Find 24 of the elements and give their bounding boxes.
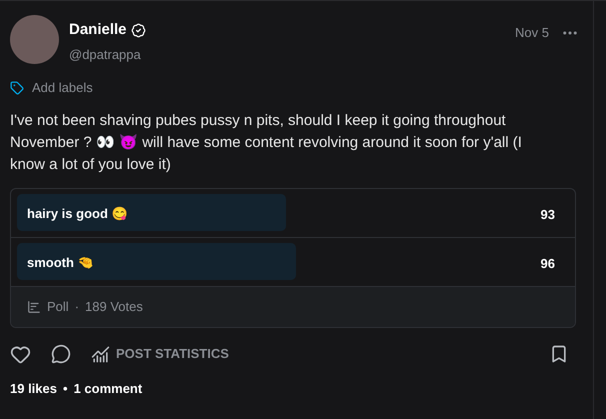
chart-icon	[91, 344, 110, 364]
vote-count: 93	[540, 206, 555, 224]
option-label: smooth 🤏	[27, 254, 94, 272]
likes-count[interactable]: 19 likes	[10, 378, 57, 398]
avatar[interactable]	[10, 15, 59, 64]
post-date: Nov 5	[515, 24, 549, 42]
vote-count: 96	[540, 255, 555, 273]
poll-icon	[27, 300, 41, 314]
separator-dot: ·	[74, 298, 80, 316]
add-labels-link[interactable]: Add labels	[32, 78, 93, 98]
author-handle[interactable]: @dpatrappa	[69, 44, 146, 64]
poll-option[interactable]: smooth 🤏 96	[17, 243, 565, 280]
author-name[interactable]: Danielle	[69, 19, 127, 42]
label-icon	[10, 80, 24, 95]
like-icon[interactable]	[10, 344, 31, 364]
comments-count[interactable]: 1 comment	[74, 378, 142, 398]
post-statistics-button[interactable]: POST STATISTICS	[91, 344, 229, 364]
comment-icon[interactable]	[51, 344, 71, 364]
option-label: hairy is good 😋	[27, 205, 128, 223]
vote-total: 189 Votes	[85, 298, 143, 316]
post-text: I've not been shaving pubes pussy n pits, should I keep it going throughout November ? 👀 😈 will have some content revolving around it soon for y'all (I know a lot of you love it)	[10, 110, 523, 174]
poll-type: Poll	[47, 298, 69, 316]
separator-dot: •	[63, 380, 68, 398]
poll-option[interactable]: hairy is good 😋 93	[17, 194, 565, 231]
